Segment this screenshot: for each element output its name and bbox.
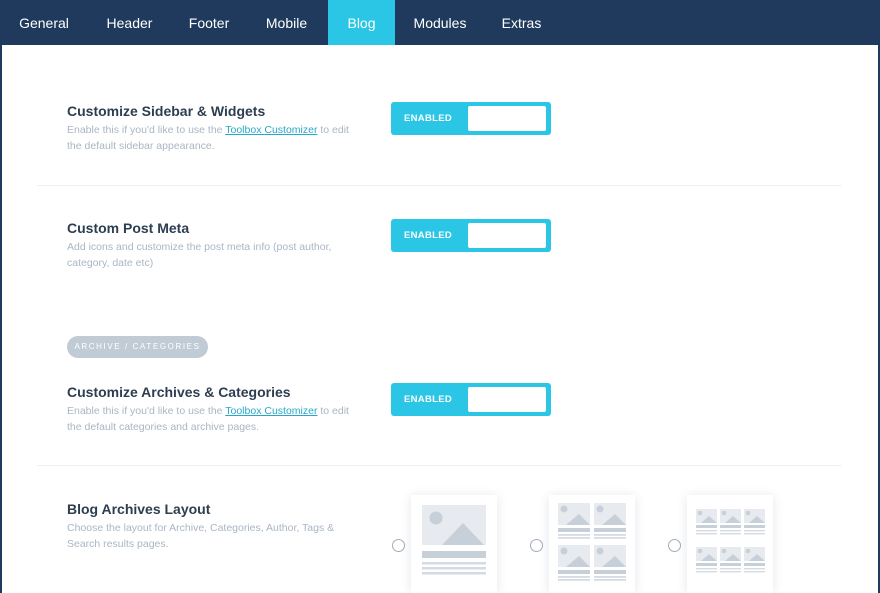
toggle-knob — [468, 387, 546, 412]
toggle-label: ENABLED — [404, 113, 453, 124]
toolbox-customizer-link[interactable]: Toolbox Customizer — [225, 124, 317, 136]
three-column-grid-layout-icon — [696, 509, 765, 573]
archives-categories-description: Enable this if you'd like to use the Too… — [67, 403, 362, 435]
toggle-knob — [468, 106, 546, 131]
blog-archives-layout-description: Choose the layout for Archive, Categorie… — [67, 522, 335, 550]
tab-general[interactable]: General — [2, 0, 86, 45]
two-column-grid-layout-icon[interactable] — [549, 495, 635, 593]
tab-modules[interactable]: Modules — [395, 0, 485, 45]
sidebar-widgets-description: Enable this if you'd like to use the Too… — [67, 122, 362, 154]
tab-footer[interactable]: Footer — [173, 0, 245, 45]
blog-settings-panel: Customize Sidebar & Widgets Enable this … — [2, 45, 878, 593]
tab-extras[interactable]: Extras — [485, 0, 558, 45]
post-meta-title: Custom Post Meta — [67, 220, 190, 236]
description-text: Enable this if you'd like to use the — [67, 405, 226, 417]
toggle-knob — [468, 223, 546, 248]
blog-archives-layout-title: Blog Archives Layout — [67, 501, 211, 517]
top-tab-bar: General Header Footer Mobile Blog Module… — [0, 0, 880, 45]
single-column-layout-icon — [422, 505, 486, 575]
layout-radio-three-column[interactable] — [668, 539, 681, 552]
sidebar-widgets-title: Customize Sidebar & Widgets — [67, 103, 266, 119]
layout-radio-single[interactable] — [392, 539, 405, 552]
description-text: Enable this if you'd like to use the — [67, 124, 226, 136]
toggle-label: ENABLED — [404, 230, 453, 241]
post-meta-description: Add icons and customize the post meta in… — [67, 241, 332, 269]
archives-categories-toggle[interactable]: ENABLED — [391, 383, 551, 416]
three-column-grid-layout-icon[interactable] — [687, 495, 773, 593]
divider — [37, 465, 842, 466]
two-column-grid-layout-icon — [558, 503, 626, 581]
post-meta-toggle[interactable]: ENABLED — [391, 219, 551, 252]
tab-mobile[interactable]: Mobile — [245, 0, 328, 45]
tab-blog[interactable]: Blog — [328, 0, 395, 45]
single-column-layout-icon[interactable] — [411, 495, 497, 593]
sidebar-widgets-toggle[interactable]: ENABLED — [391, 102, 551, 135]
archives-categories-title: Customize Archives & Categories — [67, 384, 291, 400]
toggle-label: ENABLED — [404, 394, 453, 405]
archive-categories-section-label: ARCHIVE / CATEGORIES — [67, 336, 208, 358]
divider — [37, 185, 842, 186]
tab-header[interactable]: Header — [86, 0, 173, 45]
layout-radio-two-column[interactable] — [530, 539, 543, 552]
toolbox-customizer-link[interactable]: Toolbox Customizer — [225, 405, 317, 417]
